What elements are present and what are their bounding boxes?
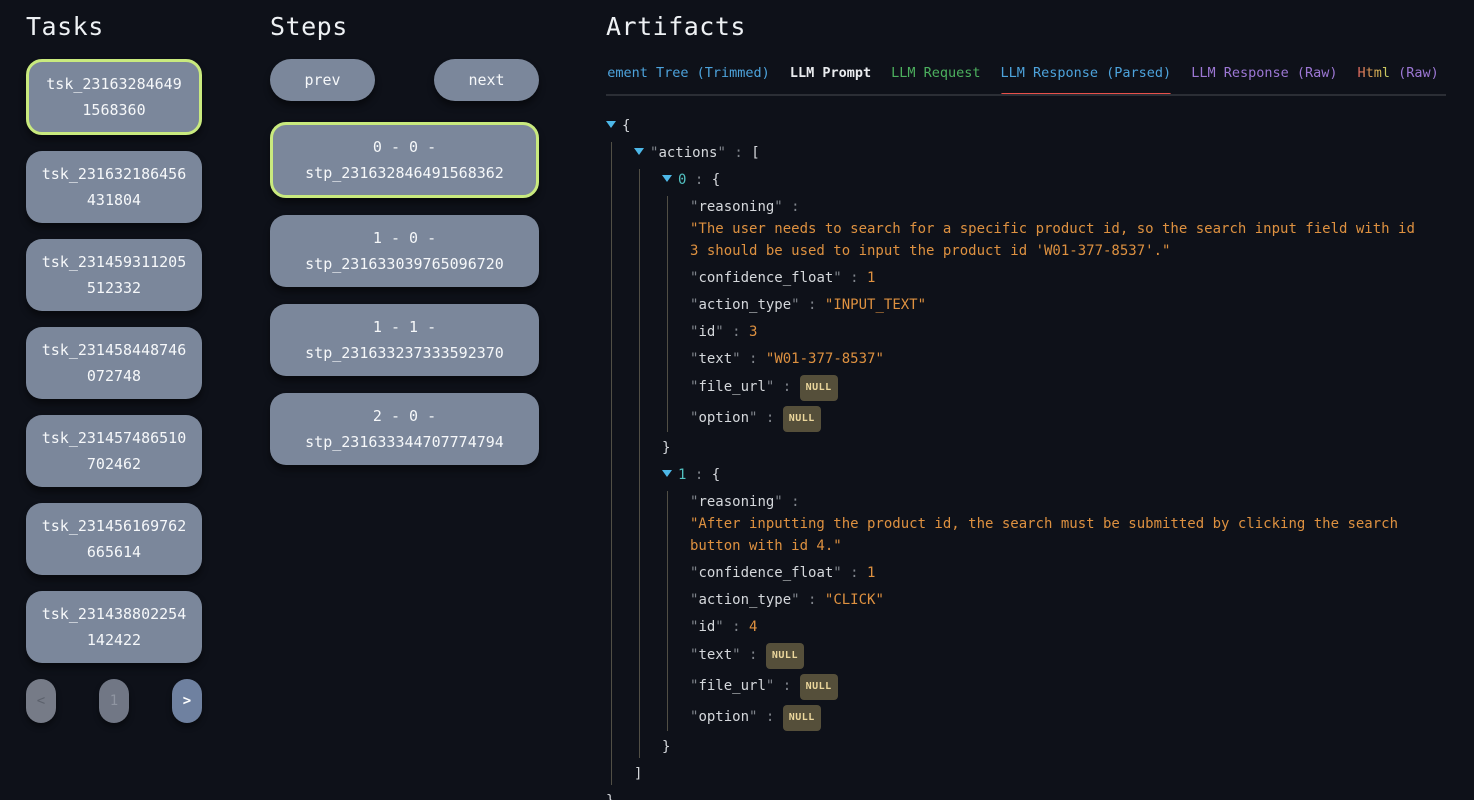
json-node: 1 : { "reasoning" :"After inputting the p… (662, 464, 1446, 758)
collapse-toggle-icon[interactable] (606, 121, 616, 128)
null-badge: NULL (800, 375, 838, 401)
json-key: text (698, 647, 732, 663)
pagination-prev-button: < (26, 679, 56, 723)
json-children: 0 : { "reasoning" :"The user needs to sea… (639, 169, 1446, 758)
pagination-page-1: 1 (99, 679, 129, 723)
tab-llm-prompt[interactable]: LLM Prompt (790, 65, 871, 94)
tasks-pagination: <1 > (26, 679, 202, 723)
steps-prevnext-row: prev next (270, 59, 539, 101)
null-badge: NULL (800, 674, 838, 700)
artifacts-title: Artifacts (606, 12, 1446, 41)
json-node-row: 1 : { (662, 464, 1446, 486)
tab-llm-request[interactable]: LLM Request (891, 65, 980, 94)
artifact-tabs-bar: Element Tree (Trimmed) LLM Prompt LLM Requ… (606, 65, 1446, 96)
task-button[interactable]: tsk_231458448746072748 (26, 327, 202, 399)
steps-list: 0 - 0 - stp_231632846491568362 1 - 0 - st… (270, 122, 539, 465)
tab-llm-response-raw[interactable]: LLM Response (Raw) (1191, 65, 1337, 94)
task-button[interactable]: tsk_231456169762665614 (26, 503, 202, 575)
json-number-value: 1 (867, 270, 875, 286)
json-string-value: "W01-377-8537" (766, 351, 884, 367)
step-button[interactable]: 1 - 1 - stp_231633237333592370 (270, 304, 539, 376)
json-number-value: 1 (867, 565, 875, 581)
json-field: "action_type" : "CLICK" (690, 589, 1446, 611)
artifacts-panel: Artifacts Element Tree (Trimmed) LLM Prom… (606, 12, 1474, 800)
json-string-value: "The user needs to search for a specific… (690, 218, 1420, 262)
json-key: option (698, 410, 749, 426)
json-key: id (698, 324, 715, 340)
prev-step-button[interactable]: prev (270, 59, 375, 101)
task-button[interactable]: tsk_231459311205512332 (26, 239, 202, 311)
json-node-row: "actions" : [ (634, 142, 1446, 164)
task-button[interactable]: tsk_231438802254142422 (26, 591, 202, 663)
json-field: "file_url" : NULL (690, 674, 1446, 700)
null-badge: NULL (783, 705, 821, 731)
json-key: action_type (698, 297, 791, 313)
json-node: 0 : { "reasoning" :"The user needs to sea… (662, 169, 1446, 459)
json-field: "id" : 3 (690, 321, 1446, 343)
json-node: { "actions" : [ 0 : { "reasoning" :"The use… (606, 115, 1446, 800)
json-node: "actions" : [ 0 : { "reasoning" :"The user… (634, 142, 1446, 785)
json-field: "option" : NULL (690, 705, 1446, 731)
steps-panel: Steps prev next 0 - 0 - stp_231632846491… (270, 12, 539, 800)
json-key: option (698, 709, 749, 725)
json-closing-bracket: ] (634, 763, 1446, 785)
pagination-next-button[interactable]: > (172, 679, 202, 723)
step-button[interactable]: 0 - 0 - stp_231632846491568362 (270, 122, 539, 198)
json-field: "text" : "W01-377-8537" (690, 348, 1446, 370)
json-key: actions (658, 145, 717, 161)
tasks-list: tsk_231632846491568360 tsk_23163218645643… (26, 59, 202, 663)
json-field: "option" : NULL (690, 406, 1446, 432)
tab-llm-response-parsed[interactable]: LLM Response (Parsed) (1001, 65, 1172, 94)
json-number-value: 3 (749, 324, 757, 340)
json-closing-bracket: } (662, 736, 1446, 758)
steps-title: Steps (270, 12, 539, 41)
task-button[interactable]: tsk_231632846491568360 (26, 59, 202, 135)
json-key: reasoning (698, 199, 774, 215)
json-key: id (698, 619, 715, 635)
json-key: file_url (698, 678, 765, 694)
json-key: confidence_float (698, 565, 833, 581)
step-button[interactable]: 1 - 0 - stp_231633039765096720 (270, 215, 539, 287)
json-closing-bracket: } (606, 790, 1446, 800)
json-field: "confidence_float" : 1 (690, 267, 1446, 289)
json-string-value: "CLICK" (825, 592, 884, 608)
json-field: "id" : 4 (690, 616, 1446, 638)
json-key: text (698, 351, 732, 367)
json-closing-bracket: } (662, 437, 1446, 459)
tab-html-raw[interactable]: Html (Raw) (1358, 65, 1439, 94)
collapse-toggle-icon[interactable] (634, 148, 644, 155)
tasks-title: Tasks (26, 12, 202, 41)
json-node-row: 0 : { (662, 169, 1446, 191)
json-field: "confidence_float" : 1 (690, 562, 1446, 584)
json-children: "reasoning" :"After inputting the produc… (667, 491, 1446, 731)
json-node-row: { (606, 115, 1446, 137)
collapse-toggle-icon[interactable] (662, 175, 672, 182)
collapse-toggle-icon[interactable] (662, 470, 672, 477)
json-string-value: "After inputting the product id, the sea… (690, 513, 1420, 557)
json-key: reasoning (698, 494, 774, 510)
json-string-value: "INPUT_TEXT" (825, 297, 926, 313)
next-step-button[interactable]: next (434, 59, 539, 101)
json-field: "reasoning" :"After inputting the produc… (690, 491, 1446, 557)
json-key: action_type (698, 592, 791, 608)
null-badge: NULL (766, 643, 804, 669)
json-children: "actions" : [ 0 : { "reasoning" :"The user… (611, 142, 1446, 785)
task-button[interactable]: tsk_231632186456431804 (26, 151, 202, 223)
tab-element-tree-trimmed[interactable]: Element Tree (Trimmed) (606, 65, 770, 94)
json-number-value: 4 (749, 619, 757, 635)
json-field: "action_type" : "INPUT_TEXT" (690, 294, 1446, 316)
tasks-panel: Tasks tsk_231632846491568360 tsk_23163218… (26, 12, 202, 800)
step-button[interactable]: 2 - 0 - stp_231633344707774794 (270, 393, 539, 465)
json-children: "reasoning" :"The user needs to search f… (667, 196, 1446, 432)
json-field: "file_url" : NULL (690, 375, 1446, 401)
json-key: file_url (698, 379, 765, 395)
task-button[interactable]: tsk_231457486510702462 (26, 415, 202, 487)
json-key: confidence_float (698, 270, 833, 286)
json-tree-viewer: { "actions" : [ 0 : { "reasoning" :"The use… (606, 115, 1446, 800)
json-field: "reasoning" :"The user needs to search f… (690, 196, 1446, 262)
null-badge: NULL (783, 406, 821, 432)
json-field: "text" : NULL (690, 643, 1446, 669)
